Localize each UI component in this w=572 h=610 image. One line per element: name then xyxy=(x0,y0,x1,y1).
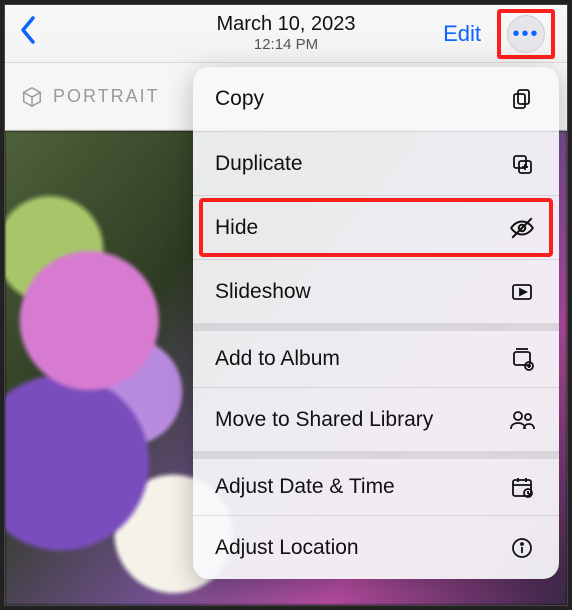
menu-item-label: Copy xyxy=(215,87,264,111)
info-icon xyxy=(507,533,537,563)
menu-item-duplicate[interactable]: Duplicate xyxy=(193,131,559,195)
menu-item-label: Adjust Date & Time xyxy=(215,475,395,499)
cube-icon xyxy=(21,86,43,108)
menu-item-slideshow[interactable]: Slideshow xyxy=(193,259,559,323)
menu-item-adjust-date-time[interactable]: Adjust Date & Time xyxy=(193,451,559,515)
copy-icon xyxy=(507,84,537,114)
menu-item-adjust-location[interactable]: Adjust Location xyxy=(193,515,559,579)
photo-date: March 10, 2023 xyxy=(217,13,356,36)
menu-item-hide[interactable]: Hide xyxy=(193,195,559,259)
calendar-icon xyxy=(507,472,537,502)
back-button[interactable] xyxy=(19,15,37,53)
portrait-label: PORTRAIT xyxy=(53,86,160,107)
context-menu: Copy Duplicate Hide Slideshow Add to Alb… xyxy=(193,67,559,579)
menu-item-label: Hide xyxy=(215,216,258,240)
menu-item-label: Slideshow xyxy=(215,280,311,304)
menu-item-label: Move to Shared Library xyxy=(215,408,433,432)
more-icon: ••• xyxy=(507,15,545,53)
menu-item-add-to-album[interactable]: Add to Album xyxy=(193,323,559,387)
navbar: March 10, 2023 12:14 PM Edit ••• xyxy=(5,5,567,63)
navbar-title: March 10, 2023 12:14 PM xyxy=(217,13,356,53)
menu-item-move-shared-library[interactable]: Move to Shared Library xyxy=(193,387,559,451)
more-button[interactable]: ••• xyxy=(497,9,555,59)
slideshow-icon xyxy=(507,277,537,307)
add-album-icon xyxy=(507,344,537,374)
menu-item-label: Adjust Location xyxy=(215,536,359,560)
edit-button[interactable]: Edit xyxy=(443,21,481,47)
menu-item-label: Add to Album xyxy=(215,347,340,371)
duplicate-icon xyxy=(507,149,537,179)
hide-icon xyxy=(507,213,537,243)
shared-library-icon xyxy=(507,405,537,435)
menu-item-copy[interactable]: Copy xyxy=(193,67,559,131)
photo-time: 12:14 PM xyxy=(217,36,356,53)
menu-item-label: Duplicate xyxy=(215,152,303,176)
